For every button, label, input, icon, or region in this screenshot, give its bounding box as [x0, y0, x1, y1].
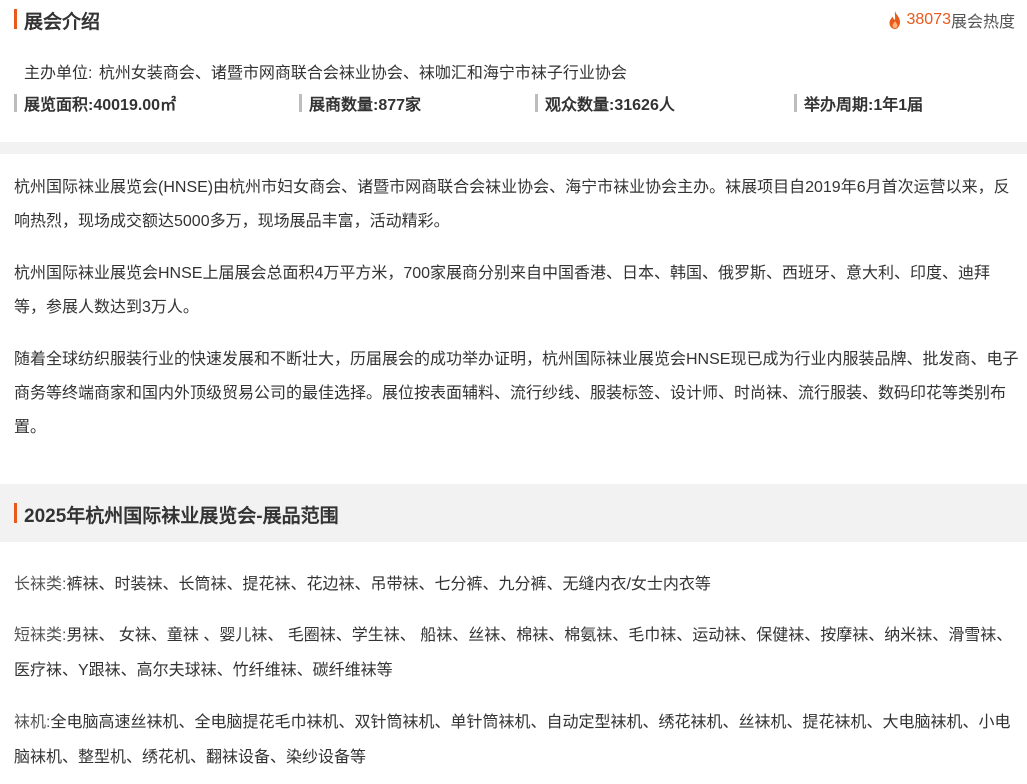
stat-bar: [299, 94, 302, 112]
stat-label: 观众数量:: [545, 97, 615, 114]
stats-row: 展览面积: 40019.00㎡ 展商数量: 877家 观众数量: 31626人 …: [0, 90, 1027, 116]
category-sock-machines: 袜机:全电脑高速丝袜机、全电脑提花毛巾袜机、双针筒袜机、单针筒袜机、自动定型袜机…: [14, 705, 1019, 775]
category-short-socks: 短袜类:男袜、 女袜、童袜 、婴儿袜、 毛圈袜、学生袜、 船袜、丝袜、棉袜、棉氨…: [14, 618, 1019, 688]
heat-indicator: 38073 展会热度: [886, 8, 1015, 32]
category-label: 短袜类:: [14, 627, 67, 644]
organizer-info: 主办单位: 杭州女装商会、诸暨市网商联合会袜业协会、袜咖汇和海宁市袜子行业协会: [24, 59, 627, 83]
stat-label: 展商数量:: [309, 97, 379, 114]
title-accent-bar: [14, 9, 17, 29]
scope-section-header: 2025年杭州国际袜业展览会-展品范围: [0, 484, 1027, 542]
fire-icon: [889, 11, 901, 29]
intro-section-header: 展会介绍 38073 展会热度: [0, 0, 1027, 40]
stat-bar: [14, 94, 17, 112]
description-paragraph: 随着全球纺织服装行业的快速发展和不断壮大，历届展会的成功举办证明，杭州国际袜业展…: [14, 351, 1019, 436]
description-paragraph: 杭州国际袜业展览会(HNSE)由杭州市妇女商会、诸暨市网商联合会袜业协会、海宁市…: [14, 179, 1010, 230]
heat-count: 38073: [906, 11, 951, 28]
category-label: 长袜类:: [14, 576, 67, 593]
heat-label: 展会热度: [950, 14, 1015, 31]
stat-value: 31626人: [614, 97, 675, 114]
category-items: 裤袜、时装袜、长筒袜、提花袜、花边袜、吊带袜、七分裤、九分裤、无缝内衣/女士内衣…: [66, 576, 711, 593]
stat-exhibitors: 展商数量: 877家: [299, 90, 421, 116]
stat-area: 展览面积: 40019.00㎡: [14, 90, 176, 116]
description-paragraph: 杭州国际袜业展览会HNSE上届展会总面积4万平方米，700家展商分别来自中国香港…: [14, 265, 991, 316]
stat-cycle: 举办周期: 1年1届: [794, 90, 923, 116]
stat-value: 877家: [378, 97, 422, 114]
category-label: 袜机:: [14, 714, 51, 731]
category-items: 男袜、 女袜、童袜 、婴儿袜、 毛圈袜、学生袜、 船袜、丝袜、棉袜、棉氨袜、毛巾…: [14, 627, 1013, 679]
category-long-socks: 长袜类:裤袜、时装袜、长筒袜、提花袜、花边袜、吊带袜、七分裤、九分裤、无缝内衣/…: [14, 567, 1019, 602]
stat-bar: [535, 94, 538, 112]
organizer-value: 杭州女装商会、诸暨市网商联合会袜业协会、袜咖汇和海宁市袜子行业协会: [98, 65, 627, 82]
stat-visitors: 观众数量: 31626人: [535, 90, 675, 116]
stat-label: 举办周期:: [804, 97, 874, 114]
stat-value: 1年1届: [873, 97, 924, 114]
scope-title: 2025年杭州国际袜业展览会-展品范围: [24, 506, 339, 527]
intro-title: 展会介绍: [24, 12, 101, 33]
stat-bar: [794, 94, 797, 112]
stat-label: 展览面积:: [24, 97, 94, 114]
category-items: 全电脑高速丝袜机、全电脑提花毛巾袜机、双针筒袜机、单针筒袜机、自动定型袜机、绣花…: [14, 714, 1011, 766]
organizer-label: 主办单位:: [24, 65, 93, 82]
title-accent-bar: [14, 503, 17, 523]
section-divider: [0, 142, 1027, 154]
stat-value: 40019.00㎡: [93, 97, 177, 114]
